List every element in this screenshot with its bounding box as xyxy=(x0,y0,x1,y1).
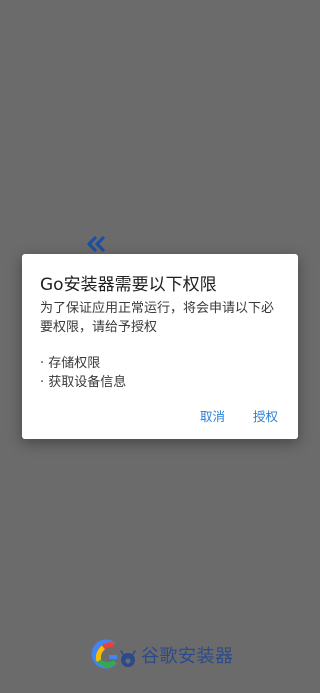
brand-name: 谷歌安装器 xyxy=(141,646,234,667)
dialog-actions: 取消 授权 xyxy=(200,406,278,425)
permission-item-device-info: · 获取设备信息 xyxy=(40,375,127,390)
dialog-title: Go安装器需要以下权限 xyxy=(40,275,217,295)
double-chevron-left-icon[interactable] xyxy=(86,236,108,252)
screen-overlay: Go安装器需要以下权限 为了保证应用正常运行，将会申请以下必要权限，请给予授权 … xyxy=(0,0,320,693)
permission-dialog: Go安装器需要以下权限 为了保证应用正常运行，将会申请以下必要权限，请给予授权 … xyxy=(22,254,298,439)
dialog-message: 为了保证应用正常运行，将会申请以下必要权限，请给予授权 xyxy=(40,301,275,335)
grant-button[interactable]: 授权 xyxy=(253,406,278,425)
brand-footer: 谷歌安装器 xyxy=(90,638,234,672)
cancel-button[interactable]: 取消 xyxy=(200,406,225,425)
google-go-logo-icon xyxy=(91,639,136,669)
permission-list: · 存储权限 · 获取设备信息 xyxy=(40,354,126,392)
permission-item-storage: · 存储权限 xyxy=(40,356,101,371)
